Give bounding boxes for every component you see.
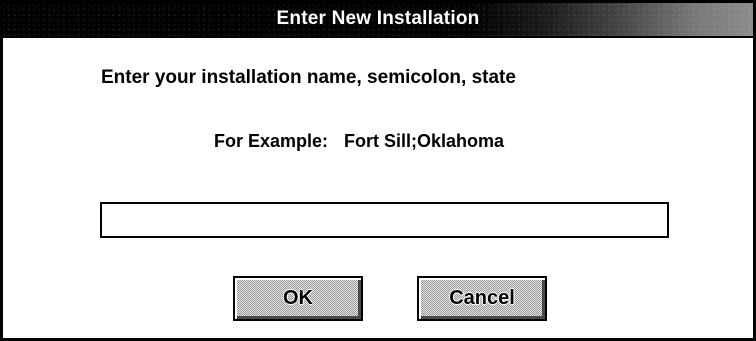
dialog-title: Enter New Installation	[276, 8, 480, 29]
enter-new-installation-dialog: Enter New Installation Enter your instal…	[0, 0, 756, 341]
example-label: For Example:	[214, 131, 329, 151]
example-line: For Example: Fort Sill;Oklahoma	[214, 131, 504, 152]
installation-name-input[interactable]	[100, 202, 669, 238]
cancel-button[interactable]: Cancel	[417, 276, 547, 321]
example-value: Fort Sill;Oklahoma	[344, 131, 505, 151]
cancel-button-label: Cancel	[449, 287, 515, 309]
instruction-text: Enter your installation name, semicolon,…	[101, 67, 516, 88]
ok-button[interactable]: OK	[233, 276, 363, 321]
dialog-titlebar[interactable]: Enter New Installation	[3, 3, 753, 38]
ok-button-label: OK	[283, 287, 313, 309]
